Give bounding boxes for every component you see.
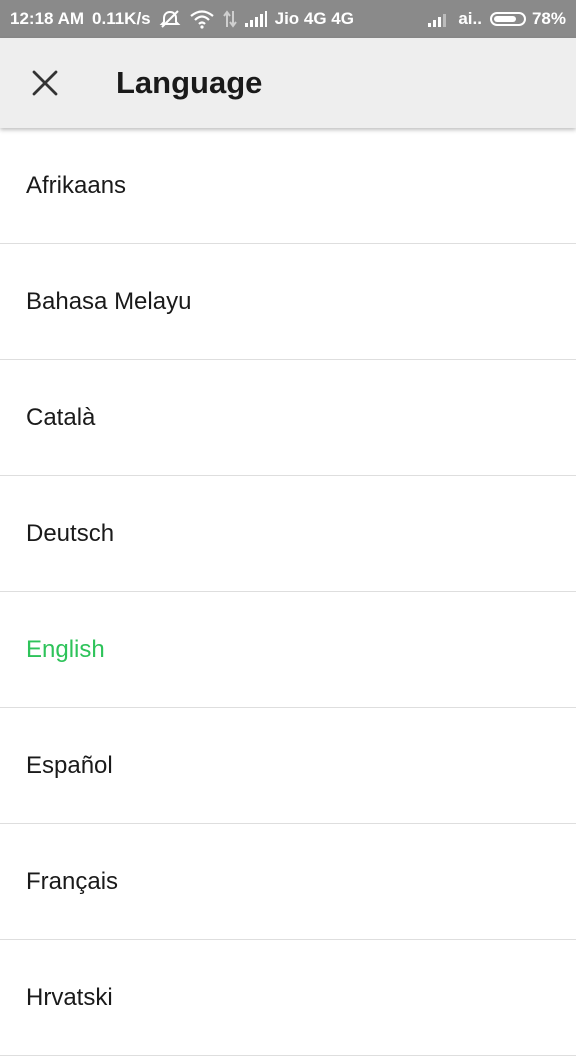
- language-label: Català: [26, 403, 96, 431]
- language-label: Español: [26, 751, 113, 779]
- language-item-catala[interactable]: Català: [0, 360, 576, 476]
- language-label: English: [26, 635, 105, 663]
- mute-icon: [159, 9, 181, 29]
- language-label: Hrvatski: [26, 983, 113, 1011]
- status-carrier: Jio 4G 4G: [274, 9, 354, 28]
- status-network-speed: 0.11K/s: [92, 9, 151, 28]
- language-item-espanol[interactable]: Español: [0, 708, 576, 824]
- wifi-icon: [189, 9, 215, 29]
- language-label: Bahasa Melayu: [26, 287, 192, 315]
- language-item-afrikaans[interactable]: Afrikaans: [0, 128, 576, 244]
- page-title: Language: [116, 65, 263, 100]
- language-item-english[interactable]: English: [0, 592, 576, 708]
- language-item-hrvatski[interactable]: Hrvatski: [0, 940, 576, 1056]
- language-item-bahasa-melayu[interactable]: Bahasa Melayu: [0, 244, 576, 360]
- app-bar: Language: [0, 38, 576, 128]
- language-list: Afrikaans Bahasa Melayu Català Deutsch E…: [0, 128, 576, 1056]
- language-label: Deutsch: [26, 519, 115, 547]
- close-button[interactable]: [15, 53, 75, 113]
- signal-icon-secondary: [428, 11, 450, 27]
- battery-percent: 78%: [531, 9, 566, 28]
- language-item-francais[interactable]: Français: [0, 824, 576, 940]
- battery-icon: [489, 12, 526, 26]
- signal-icon: [244, 11, 267, 27]
- data-arrows-icon: [222, 9, 237, 29]
- language-label: Français: [26, 867, 119, 895]
- status-carrier-secondary: ai..: [458, 9, 482, 28]
- status-bar: 12:18 AM 0.11K/s Jio 4G 4G ai.. 78%: [0, 0, 576, 38]
- language-label: Afrikaans: [26, 171, 127, 199]
- language-item-deutsch[interactable]: Deutsch: [0, 476, 576, 592]
- status-time: 12:18 AM: [10, 9, 85, 28]
- close-icon: [32, 70, 58, 96]
